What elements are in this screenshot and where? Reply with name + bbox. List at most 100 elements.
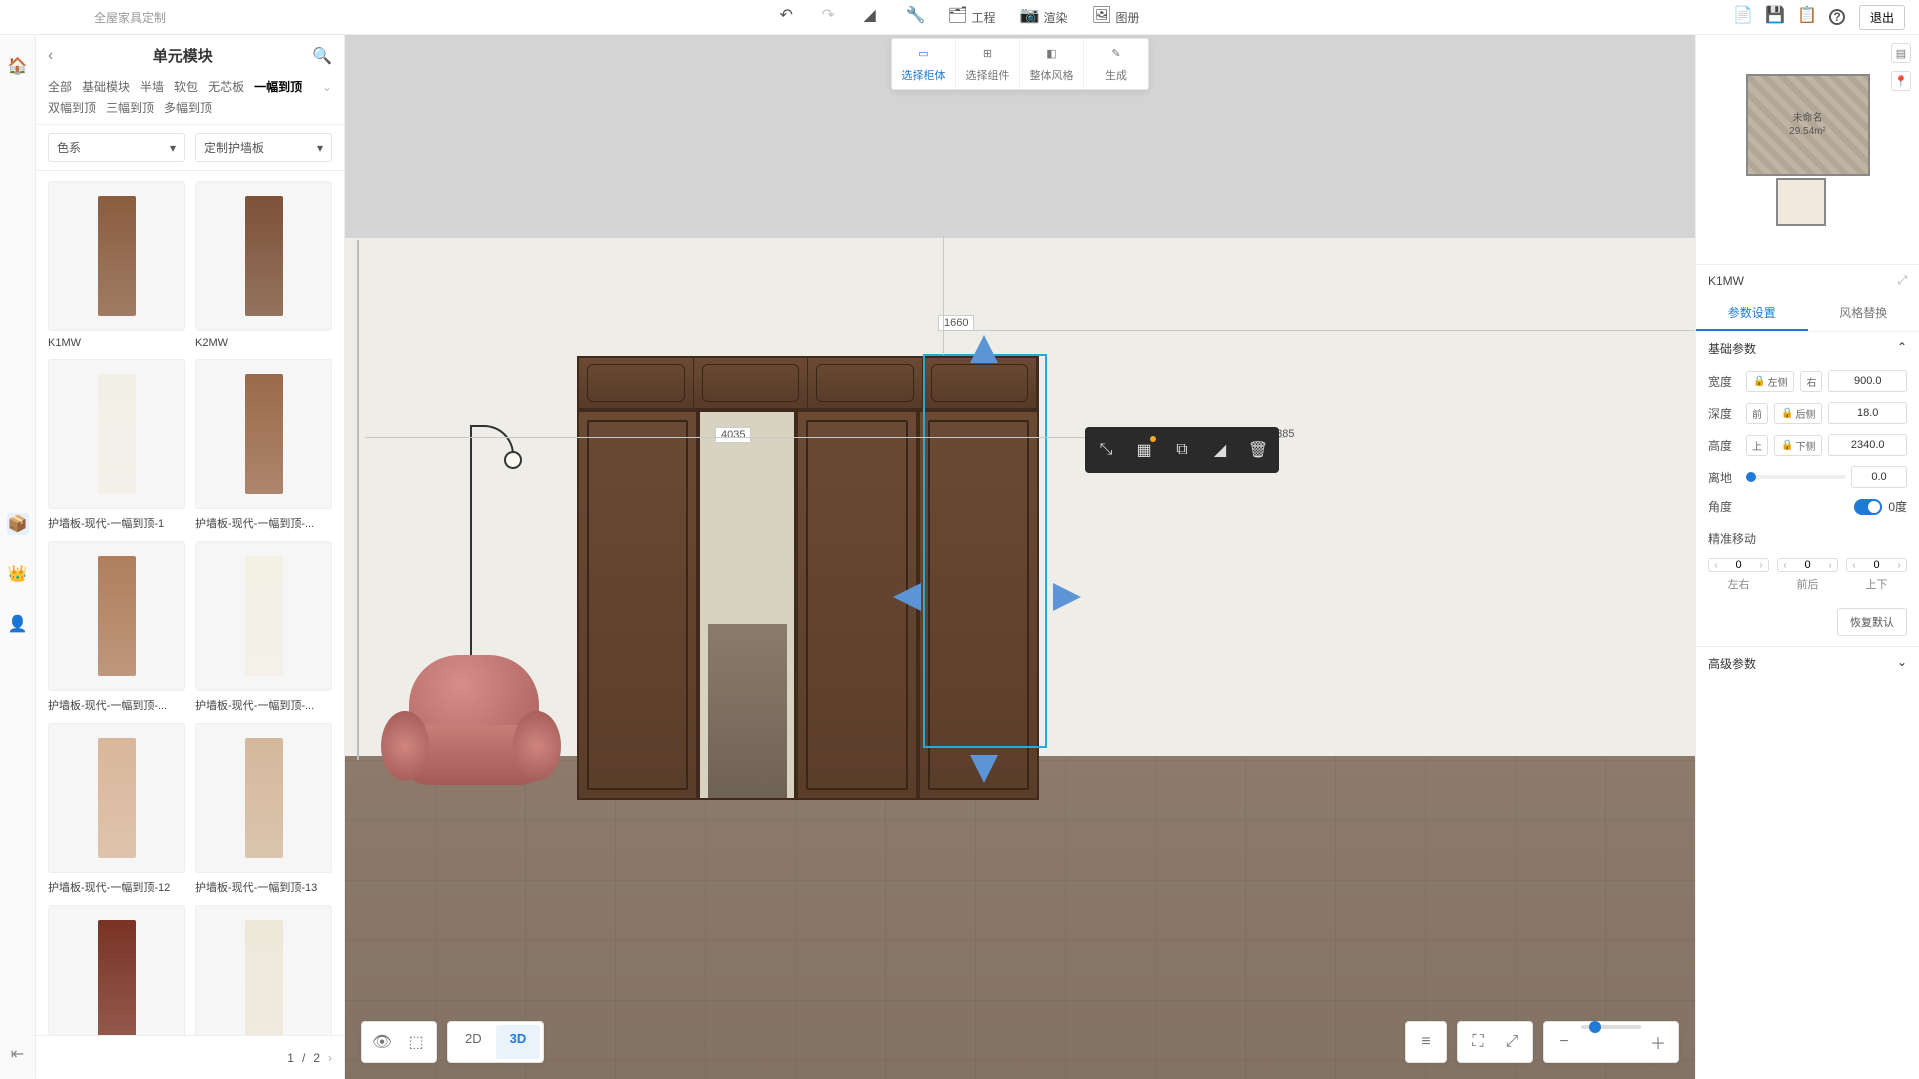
move-z-stepper[interactable]: ‹0› (1846, 558, 1907, 572)
zoom-out-icon[interactable]: − (1547, 1025, 1581, 1059)
view-3d-button[interactable]: 3D (496, 1025, 541, 1059)
view-controls-right: ≡ ⛶ ⤢ − ＋ (1405, 1021, 1679, 1063)
undo-button[interactable]: ↶ (779, 8, 797, 26)
filter-tag[interactable]: 全部 (48, 78, 72, 95)
filter-tag[interactable]: 多幅到顶 (164, 99, 212, 116)
angle-toggle[interactable] (1854, 499, 1882, 515)
depth-lock-front[interactable]: 前 (1746, 403, 1768, 424)
canvas-3d[interactable]: 1660 4035 4385 ▭选择柜体⊞选择组件◧整体风格✎生成 ⤡ ▦ ⧉ … (345, 35, 1695, 1079)
page-next-icon[interactable]: › (328, 1051, 332, 1065)
minimap-layers-icon[interactable]: ▤ (1891, 43, 1911, 63)
rail-user-icon[interactable]: 👤 (7, 613, 29, 635)
redo-button[interactable]: ↷ (821, 8, 839, 26)
catalog-item[interactable] (195, 905, 332, 1035)
ctx-copy-icon[interactable]: ⧉ (1165, 433, 1199, 467)
catalog-item-label: 护墙板-现代-一幅到顶-12 (48, 873, 185, 895)
expand-icon[interactable]: ⤢ (1897, 273, 1907, 288)
save-icon[interactable]: 💾 (1765, 8, 1783, 26)
move-x-stepper[interactable]: ‹0› (1708, 558, 1769, 572)
help-icon[interactable]: ? (1829, 9, 1845, 25)
ctx-material-icon[interactable]: ◢ (1203, 433, 1237, 467)
zoom-in-icon[interactable]: ＋ (1641, 1025, 1675, 1059)
filter-tag[interactable]: 软包 (174, 78, 198, 95)
restore-default-button[interactable]: 恢复默认 (1837, 608, 1907, 636)
mode-button[interactable]: ◧整体风格 (1020, 39, 1084, 89)
rail-collapse-icon[interactable]: ⇤ (7, 1043, 29, 1065)
type-dropdown[interactable]: 定制护墙板▾ (195, 133, 332, 162)
exit-button[interactable]: 退出 (1859, 5, 1905, 30)
catalog-item[interactable]: 护墙板-现代-一幅到顶-... (48, 541, 185, 713)
catalog-grid[interactable]: K1MWK2MW护墙板-现代-一幅到顶-1护墙板-现代-一幅到顶-...护墙板-… (36, 171, 344, 1035)
prop-width: 宽度 🔒左侧 右 (1696, 365, 1919, 397)
rail-module-icon[interactable]: 📦 (7, 513, 29, 535)
minimap-room-a[interactable]: 未命名 29.54m² (1746, 74, 1870, 176)
minimap-pin-icon[interactable]: 📍 (1891, 71, 1911, 91)
catalog-item[interactable]: 护墙板-现代-一幅到顶-1 (48, 359, 185, 531)
catalog-item[interactable]: K2MW (195, 181, 332, 349)
catalog-item[interactable]: 护墙板-现代-一幅到顶-... (195, 359, 332, 531)
rail-home-icon[interactable]: 🏠 (7, 55, 29, 77)
mode-button[interactable]: ✎生成 (1084, 39, 1148, 89)
ctx-snap-icon[interactable]: ▦ (1127, 433, 1161, 467)
zoom-slider[interactable] (1581, 1025, 1641, 1029)
eraser-button[interactable]: ◢ (863, 8, 881, 26)
move-up-arrow[interactable] (970, 335, 998, 363)
chevron-down-icon: ▾ (170, 141, 176, 155)
chevron-down-icon[interactable]: ⌄ (322, 80, 332, 94)
fullscreen-icon[interactable]: ⤢ (1495, 1025, 1529, 1059)
width-lock-right[interactable]: 右 (1800, 371, 1822, 392)
settings-icon[interactable]: ≡ (1409, 1025, 1443, 1059)
search-icon[interactable]: 🔍 (312, 46, 332, 66)
minimap-room-b[interactable] (1776, 178, 1826, 226)
wrench-button[interactable]: 🔧 (905, 8, 923, 26)
depth-lock-back[interactable]: 🔒后侧 (1774, 403, 1822, 424)
top-bar: 全屋家具定制 ↶ ↷ ◢ 🔧 🗂工程 📷渲染 🖼图册 📄 💾 📋 ? 退出 (0, 0, 1919, 35)
render-button[interactable]: 📷渲染 (1019, 8, 1067, 26)
height-lock-top[interactable]: 上 (1746, 435, 1768, 456)
cube-view-icon[interactable]: ⬚ (399, 1025, 433, 1059)
filter-tag[interactable]: 双幅到顶 (48, 99, 96, 116)
filter-tag[interactable]: 一幅到顶 (254, 78, 302, 95)
section-basic[interactable]: 基础参数⌃ (1696, 332, 1919, 365)
catalog-item[interactable]: 护墙板-现代-一幅到顶-... (195, 541, 332, 713)
color-dropdown[interactable]: 色系▾ (48, 133, 185, 162)
filter-tag[interactable]: 三幅到顶 (106, 99, 154, 116)
catalog-item[interactable]: 护墙板-现代-一幅到顶-13 (195, 723, 332, 895)
catalog-item[interactable] (48, 905, 185, 1035)
ctx-move-icon[interactable]: ⤡ (1089, 433, 1123, 467)
move-right-arrow[interactable] (1053, 583, 1081, 611)
new-file-icon[interactable]: 📄 (1733, 8, 1751, 26)
tab-style[interactable]: 风格替换 (1808, 296, 1919, 331)
armchair (381, 655, 561, 805)
filter-tag[interactable]: 无芯板 (208, 78, 244, 95)
minimap[interactable]: 未命名 29.54m² ▤ 📍 (1696, 35, 1919, 265)
catalog-item[interactable]: K1MW (48, 181, 185, 349)
catalog-item[interactable]: 护墙板-现代-一幅到顶-12 (48, 723, 185, 895)
mode-button[interactable]: ⊞选择组件 (956, 39, 1020, 89)
filter-tag[interactable]: 半墙 (140, 78, 164, 95)
height-lock-bottom[interactable]: 🔒下侧 (1774, 435, 1822, 456)
move-down-arrow[interactable] (970, 755, 998, 783)
tab-params[interactable]: 参数设置 (1696, 296, 1808, 331)
filter-tag[interactable]: 基础模块 (82, 78, 130, 95)
album-button[interactable]: 🖼图册 (1092, 8, 1140, 26)
depth-input[interactable] (1828, 402, 1907, 424)
rail-crown-icon[interactable]: 👑 (7, 563, 29, 585)
width-lock-left[interactable]: 🔒左侧 (1746, 371, 1794, 392)
ground-input[interactable] (1851, 466, 1907, 488)
height-input[interactable] (1828, 434, 1907, 456)
move-left-arrow[interactable] (893, 583, 921, 611)
move-y-stepper[interactable]: ‹0› (1777, 558, 1838, 572)
width-input[interactable] (1828, 370, 1907, 392)
visibility-icon[interactable]: 👁 (365, 1025, 399, 1059)
chevron-up-icon: ⌃ (1897, 340, 1907, 357)
mode-button[interactable]: ▭选择柜体 (892, 39, 956, 89)
section-advanced[interactable]: 高级参数⌄ (1696, 646, 1919, 680)
clipboard-icon[interactable]: 📋 (1797, 8, 1815, 26)
view-2d-button[interactable]: 2D (451, 1025, 496, 1059)
panel-title: 单元模块 (53, 45, 312, 66)
project-button[interactable]: 🗂工程 (947, 8, 995, 26)
prop-ground: 离地 (1696, 461, 1919, 493)
ruler-icon[interactable]: ⛶ (1461, 1025, 1495, 1059)
ctx-delete-icon[interactable]: 🗑 (1241, 433, 1275, 467)
